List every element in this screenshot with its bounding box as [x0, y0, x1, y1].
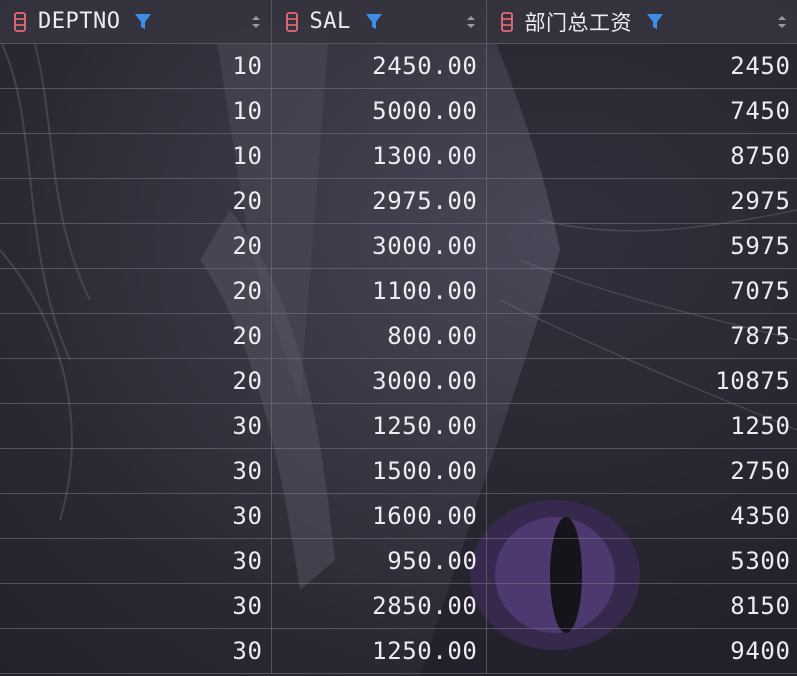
deptno-cell[interactable]: 10	[0, 88, 272, 134]
table-row[interactable]: 30 1250.00 9400	[0, 628, 797, 674]
column-name: 部门总工资	[524, 10, 632, 35]
column-name: SAL	[309, 9, 351, 34]
dept-total-cell[interactable]: 8150	[486, 583, 797, 629]
sort-icon[interactable]	[251, 15, 261, 29]
sal-cell[interactable]: 1500.00	[271, 448, 487, 494]
filter-icon[interactable]	[646, 13, 664, 31]
dept-total-cell[interactable]: 2750	[486, 448, 797, 494]
deptno-cell[interactable]: 30	[0, 493, 272, 539]
dept-total-cell[interactable]: 10875	[486, 358, 797, 404]
table-row[interactable]: 10 2450.00 2450	[0, 43, 797, 89]
deptno-cell[interactable]: 30	[0, 628, 272, 674]
result-table: DEPTNO SAL 部门总工资 10 2450.00 2450 10 5000…	[0, 0, 797, 674]
sal-cell[interactable]: 1300.00	[271, 133, 487, 179]
table-header-row: DEPTNO SAL 部门总工资	[0, 0, 797, 44]
sal-cell[interactable]: 800.00	[271, 313, 487, 359]
dept-total-cell[interactable]: 2975	[486, 178, 797, 224]
dept-total-cell[interactable]: 1250	[486, 403, 797, 449]
sal-cell[interactable]: 950.00	[271, 538, 487, 584]
column-header-dept-total-salary[interactable]: 部门总工资	[486, 0, 797, 44]
filter-icon[interactable]	[365, 13, 383, 31]
deptno-cell[interactable]: 10	[0, 43, 272, 89]
deptno-cell[interactable]: 30	[0, 538, 272, 584]
table-row[interactable]: 20 800.00 7875	[0, 313, 797, 359]
deptno-cell[interactable]: 20	[0, 223, 272, 269]
table-row[interactable]: 10 5000.00 7450	[0, 88, 797, 134]
column-icon	[500, 11, 513, 32]
table-row[interactable]: 30 1600.00 4350	[0, 493, 797, 539]
filter-icon[interactable]	[134, 13, 152, 31]
deptno-cell[interactable]: 30	[0, 448, 272, 494]
dept-total-cell[interactable]: 8750	[486, 133, 797, 179]
sal-cell[interactable]: 5000.00	[271, 88, 487, 134]
table-row[interactable]: 10 1300.00 8750	[0, 133, 797, 179]
dept-total-cell[interactable]: 7075	[486, 268, 797, 314]
table-row[interactable]: 30 1500.00 2750	[0, 448, 797, 494]
sal-cell[interactable]: 1100.00	[271, 268, 487, 314]
column-icon	[14, 11, 26, 32]
deptno-cell[interactable]: 20	[0, 358, 272, 404]
table-row[interactable]: 20 3000.00 10875	[0, 358, 797, 404]
sal-cell[interactable]: 3000.00	[271, 358, 487, 404]
sal-cell[interactable]: 2975.00	[271, 178, 487, 224]
dept-total-cell[interactable]: 7450	[486, 88, 797, 134]
dept-total-cell[interactable]: 4350	[486, 493, 797, 539]
deptno-cell[interactable]: 20	[0, 313, 272, 359]
table-row[interactable]: 30 2850.00 8150	[0, 583, 797, 629]
column-header-deptno[interactable]: DEPTNO	[0, 0, 272, 44]
table-row[interactable]: 20 2975.00 2975	[0, 178, 797, 224]
sal-cell[interactable]: 3000.00	[271, 223, 487, 269]
column-name: DEPTNO	[38, 9, 121, 34]
column-header-sal[interactable]: SAL	[271, 0, 487, 44]
sort-icon[interactable]	[777, 15, 787, 29]
dept-total-cell[interactable]: 2450	[486, 43, 797, 89]
deptno-cell[interactable]: 20	[0, 268, 272, 314]
sal-cell[interactable]: 1250.00	[271, 403, 487, 449]
table-row[interactable]: 30 1250.00 1250	[0, 403, 797, 449]
dept-total-cell[interactable]: 9400	[486, 628, 797, 674]
deptno-cell[interactable]: 20	[0, 178, 272, 224]
column-icon	[285, 11, 298, 32]
deptno-cell[interactable]: 10	[0, 133, 272, 179]
sal-cell[interactable]: 1600.00	[271, 493, 487, 539]
table-row[interactable]: 20 1100.00 7075	[0, 268, 797, 314]
result-grid-panel: DEPTNO SAL 部门总工资 10 2450.00 2450 10 5000…	[0, 0, 797, 676]
table-row[interactable]: 20 3000.00 5975	[0, 223, 797, 269]
dept-total-cell[interactable]: 5300	[486, 538, 797, 584]
deptno-cell[interactable]: 30	[0, 403, 272, 449]
table-row[interactable]: 30 950.00 5300	[0, 538, 797, 584]
deptno-cell[interactable]: 30	[0, 583, 272, 629]
dept-total-cell[interactable]: 5975	[486, 223, 797, 269]
dept-total-cell[interactable]: 7875	[486, 313, 797, 359]
sort-icon[interactable]	[466, 15, 476, 29]
sal-cell[interactable]: 2850.00	[271, 583, 487, 629]
sal-cell[interactable]: 1250.00	[271, 628, 487, 674]
sal-cell[interactable]: 2450.00	[271, 43, 487, 89]
